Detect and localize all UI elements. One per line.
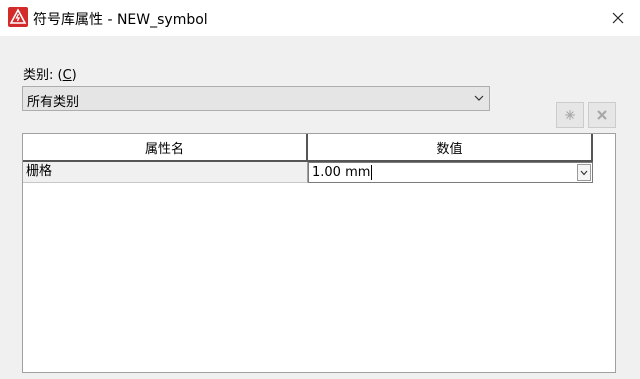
text-caret bbox=[371, 165, 372, 180]
add-icon bbox=[565, 110, 575, 120]
chevron-down-icon bbox=[580, 170, 588, 175]
category-selected-value: 所有类别 bbox=[27, 95, 80, 110]
table-row[interactable]: 栅格 bbox=[23, 162, 593, 183]
delete-property-button[interactable] bbox=[588, 102, 616, 128]
close-icon bbox=[612, 12, 624, 24]
close-button[interactable] bbox=[596, 0, 640, 36]
property-name-cell[interactable]: 栅格 bbox=[23, 162, 308, 183]
delete-icon bbox=[597, 110, 607, 120]
property-grid: 属性名 数值 栅格 bbox=[22, 133, 616, 373]
chevron-down-icon bbox=[474, 95, 484, 101]
column-header-value[interactable]: 数值 bbox=[308, 134, 593, 160]
value-dropdown-button[interactable] bbox=[577, 164, 591, 181]
grid-header: 属性名 数值 bbox=[23, 134, 593, 162]
title-bar: 符号库属性 - NEW_symbol bbox=[0, 0, 640, 36]
window-title: 符号库属性 - NEW_symbol bbox=[33, 12, 208, 28]
column-header-property-name[interactable]: 属性名 bbox=[23, 134, 308, 160]
property-value-input[interactable] bbox=[310, 163, 574, 182]
property-value-cell[interactable] bbox=[308, 162, 593, 183]
add-property-button[interactable] bbox=[556, 102, 584, 128]
app-logo-icon bbox=[8, 7, 28, 27]
category-dropdown[interactable]: 所有类别 bbox=[22, 86, 490, 111]
category-label: 类别: (C) bbox=[23, 68, 77, 83]
